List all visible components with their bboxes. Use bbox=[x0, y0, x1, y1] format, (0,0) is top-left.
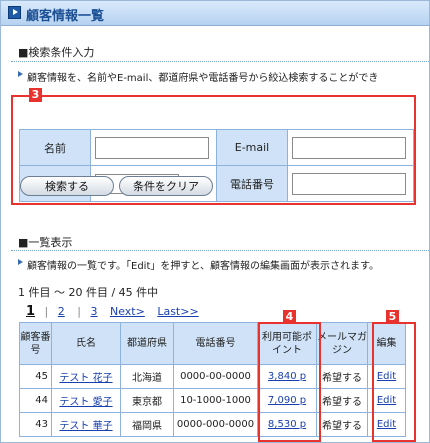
app-window: 顧客情報一覧 ■検索条件入力 顧客情報を、名前やE-mail、都道府県や電話番号… bbox=[0, 0, 430, 443]
prefecture-cell: 東京都 bbox=[120, 388, 174, 413]
table-row: 44 テスト 愛子 東京都 10-1000-1000 7,090 p 希望する … bbox=[19, 388, 406, 413]
phone-label: 電話番号 bbox=[216, 165, 288, 202]
search-section-heading: ■検索条件入力 bbox=[18, 46, 95, 59]
magazine-cell: 希望する bbox=[316, 388, 368, 413]
result-range: 1 件目 ～ 20 件目 / 45 件中 bbox=[18, 286, 159, 299]
customer-id: 43 bbox=[19, 412, 52, 437]
customer-table: 顧客番号 氏名 都道府県 電話番号 利用可能ポイント メールマガジン 編集 45… bbox=[19, 322, 406, 437]
customer-name-link[interactable]: テスト 愛子 bbox=[59, 397, 112, 408]
pager-separator: | bbox=[77, 305, 81, 318]
pagination: 1 | 2 | 3 Next> Last>> bbox=[26, 304, 208, 319]
name-input[interactable] bbox=[95, 136, 209, 159]
table-header-row: 顧客番号 氏名 都道府県 電話番号 利用可能ポイント メールマガジン 編集 bbox=[19, 322, 406, 365]
customer-id: 44 bbox=[19, 388, 52, 413]
edit-highlight-box bbox=[372, 322, 416, 442]
phone-cell: 10-1000-1000 bbox=[173, 388, 258, 413]
table-row: 43 テスト 華子 福岡県 0000-000-0000 8,530 p 希望する… bbox=[19, 412, 406, 437]
col-name: 氏名 bbox=[51, 322, 121, 365]
pager-next-link[interactable]: Next> bbox=[110, 305, 145, 318]
customer-id: 45 bbox=[19, 364, 52, 389]
table-row: 45 テスト 花子 北海道 0000-00-0000 3,840 p 希望する … bbox=[19, 364, 406, 389]
magazine-cell: 希望する bbox=[316, 412, 368, 437]
pager-separator: | bbox=[44, 305, 49, 318]
customer-name-link[interactable]: テスト 花子 bbox=[59, 373, 112, 384]
col-phone: 電話番号 bbox=[173, 322, 258, 365]
col-customer-id: 顧客番号 bbox=[19, 322, 52, 365]
email-label: E-mail bbox=[216, 129, 288, 166]
play-arrow-icon bbox=[8, 6, 21, 19]
title-bar: 顧客情報一覧 bbox=[1, 1, 429, 26]
magazine-cell: 希望する bbox=[316, 364, 368, 389]
callout-badge-5: 5 bbox=[386, 310, 399, 324]
bullet-arrow-icon bbox=[18, 259, 23, 265]
clear-conditions-button[interactable]: 条件をクリア bbox=[119, 176, 213, 196]
pager-last-link[interactable]: Last>> bbox=[157, 305, 198, 318]
search-description: 顧客情報を、名前やE-mail、都道府県や電話番号から絞込検索することができ bbox=[18, 69, 379, 84]
phone-cell: 0000-00-0000 bbox=[173, 364, 258, 389]
points-highlight-box bbox=[258, 322, 321, 442]
col-prefecture: 都道府県 bbox=[120, 322, 174, 365]
pager-page-2[interactable]: 2 bbox=[58, 305, 65, 318]
email-input[interactable] bbox=[292, 136, 406, 159]
col-mail-magazine: メールマガジン bbox=[316, 322, 368, 365]
bullet-arrow-icon bbox=[18, 71, 23, 77]
pager-page-3[interactable]: 3 bbox=[90, 305, 97, 318]
phone-cell: 0000-000-0000 bbox=[173, 412, 258, 437]
search-button[interactable]: 検索する bbox=[20, 176, 114, 196]
pager-current-page: 1 bbox=[26, 304, 36, 319]
divider bbox=[11, 61, 429, 62]
prefecture-cell: 北海道 bbox=[120, 364, 174, 389]
list-section-heading: ■一覧表示 bbox=[18, 236, 73, 249]
prefecture-cell: 福岡県 bbox=[120, 412, 174, 437]
phone-input[interactable] bbox=[292, 172, 406, 195]
page-title: 顧客情報一覧 bbox=[26, 9, 105, 24]
divider bbox=[11, 250, 429, 251]
list-description-text: 顧客情報の一覧です。「Edit」を押すと、顧客情報の編集画面が表示されます。 bbox=[27, 261, 379, 272]
callout-badge-3: 3 bbox=[29, 88, 42, 102]
customer-name-link[interactable]: テスト 華子 bbox=[59, 421, 112, 432]
name-label: 名前 bbox=[19, 129, 91, 166]
list-description: 顧客情報の一覧です。「Edit」を押すと、顧客情報の編集画面が表示されます。 bbox=[18, 257, 379, 272]
callout-badge-4: 4 bbox=[283, 310, 296, 324]
search-description-text: 顧客情報を、名前やE-mail、都道府県や電話番号から絞込検索することができ bbox=[27, 73, 379, 84]
